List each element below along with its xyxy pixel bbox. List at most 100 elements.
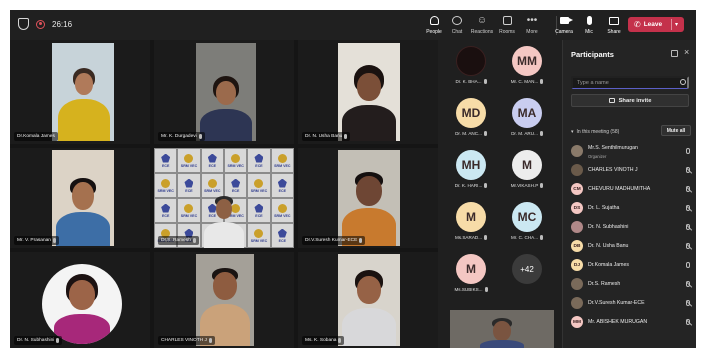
video-feed — [196, 254, 254, 346]
avatar — [571, 278, 583, 290]
mic-label: Mic — [585, 29, 593, 35]
more-button[interactable]: ••• More — [520, 14, 544, 35]
mic-button[interactable]: Mic — [577, 14, 601, 35]
list-item[interactable]: Dr.V.Suresh Kumar-ECE — [571, 294, 693, 313]
leave-main[interactable]: ✆ Leave — [628, 20, 671, 29]
list-item[interactable]: Mr.S. Senthilmurugan Organizer — [571, 142, 693, 161]
gallery-participant[interactable]: MC Mr. C. CHA... — [502, 202, 552, 240]
gallery-participant[interactable]: Dr. K. BHA... — [446, 46, 496, 84]
participant-search-input[interactable] — [571, 76, 689, 89]
pop-out-icon[interactable] — [671, 50, 678, 57]
mic-off-icon — [686, 319, 690, 325]
participant-name: Mr. ABISHEK MURUGAN — [588, 319, 648, 325]
video-tile[interactable]: Ms. K. Sobana — [298, 252, 438, 348]
list-item[interactable]: CHARLES VINOTH J — [571, 161, 693, 180]
camera-button[interactable]: Camera — [552, 14, 576, 35]
list-item[interactable]: DB Dr. N. Usha Banu — [571, 237, 693, 256]
reactions-button[interactable]: ☺ Reactions — [470, 14, 494, 35]
video-tile[interactable]: Dr. N. Usha Banu — [298, 40, 438, 144]
share-invite-button[interactable]: Share invite — [571, 94, 689, 107]
video-feed — [338, 254, 400, 346]
mic-off-icon — [198, 134, 202, 139]
list-item[interactable]: CM CHEVURU MADHUMITHA — [571, 180, 693, 199]
list-item[interactable]: Dr. N. Subhashini — [571, 218, 693, 237]
avatar: MM — [571, 316, 583, 328]
share-button[interactable]: Share — [602, 14, 626, 35]
close-icon[interactable]: × — [684, 47, 689, 57]
mic-off-icon — [686, 224, 690, 230]
video-tile[interactable]: Dr. N. Subhashini — [10, 252, 150, 348]
video-tile[interactable]: Dr.V.Suresh Kumar-ECE — [298, 148, 438, 248]
participant-avatar: MH — [456, 150, 486, 180]
participant-name: Dr.V.Suresh Kumar-ECE — [588, 300, 645, 306]
video-tile[interactable]: Mr. V. Prasanan — [10, 148, 150, 248]
gallery-participant[interactable]: MH Dr. K. HARI... — [446, 150, 496, 188]
list-item[interactable]: DS Dr. L. Sujatha — [571, 199, 693, 218]
people-button[interactable]: People — [422, 14, 446, 35]
gallery-participant[interactable]: M Mr.VIKASH.P — [502, 150, 552, 188]
avatar — [571, 164, 583, 176]
share-icon — [609, 16, 619, 25]
gallery-participant[interactable]: MA Dr. M. ARU... — [502, 98, 552, 136]
mic-off-icon — [540, 183, 544, 188]
participant-avatar: MC — [512, 202, 542, 232]
gallery-participant[interactable]: MD Dr. M. ANC... — [446, 98, 496, 136]
mic-off-icon — [483, 79, 487, 84]
share-invite-icon — [608, 98, 615, 103]
video-tile[interactable]: Mr. K. Durgadevi — [154, 40, 294, 144]
teams-meeting-window: 26:16 People Chat ☺ Reactions Rooms ••• … — [10, 10, 696, 348]
rooms-label: Rooms — [499, 29, 515, 35]
video-feed — [204, 196, 244, 248]
participant-avatar: M — [456, 254, 486, 284]
mic-off-icon — [539, 131, 543, 136]
more-label: More — [526, 29, 538, 35]
search-icon — [680, 79, 686, 85]
reactions-icon: ☺ — [476, 14, 488, 26]
in-meeting-section-toggle[interactable]: ▾ In this meeting (58) — [571, 129, 619, 135]
mic-off-icon — [686, 167, 690, 173]
participant-name: Dr.S. Ramesh — [588, 281, 621, 287]
video-tile[interactable]: ECE SRM VEC ECE SRM VEC ECE SRM VEC SRM … — [154, 148, 294, 248]
video-tile[interactable]: CHARLES VINOTH J — [154, 252, 294, 348]
mic-icon — [586, 16, 592, 25]
chat-icon — [452, 16, 462, 25]
list-item[interactable]: MM Mr. ABISHEK MURUGAN — [571, 313, 693, 332]
avatar — [571, 297, 583, 309]
people-label: People — [426, 29, 442, 35]
camera-label: Camera — [555, 29, 573, 35]
participant-name-tag: Dr. N. Usha Banu — [302, 132, 351, 141]
gallery-participant[interactable]: MM Mr. C. MAN... — [502, 46, 552, 84]
list-item[interactable]: Dr.S. Ramesh — [571, 275, 693, 294]
people-icon — [429, 16, 439, 25]
gallery-participant[interactable]: M Ms.SARAD... — [446, 202, 496, 240]
leave-button[interactable]: ✆ Leave ▾ — [628, 17, 684, 32]
mic-off-icon — [483, 131, 487, 136]
more-participants-button[interactable]: +42 — [502, 254, 552, 284]
panel-title: Participants — [571, 50, 614, 59]
participant-avatar: MD — [456, 98, 486, 128]
list-item[interactable]: DJ Dr.Komala James — [571, 256, 693, 275]
rooms-button[interactable]: Rooms — [495, 14, 519, 35]
participant-name: Dr. N. Subhashini — [588, 224, 629, 230]
participant-avatar: MA — [512, 98, 542, 128]
video-feed — [52, 43, 114, 141]
share-invite-label: Share invite — [618, 97, 652, 104]
gallery-participant[interactable]: M Ms.SUBIKS... — [446, 254, 496, 292]
mute-all-button[interactable]: Mute all — [661, 125, 691, 136]
participant-name-tag: Mr. K. Durgadevi — [158, 132, 205, 141]
mic-off-icon — [52, 238, 56, 243]
chat-button[interactable]: Chat — [445, 14, 469, 35]
participant-name-tag: Dr.V.Suresh Kumar-ECE — [302, 236, 366, 245]
participant-name: Dr.Komala James — [588, 262, 629, 268]
chevron-down-icon[interactable]: ▾ — [672, 21, 678, 28]
mic-off-icon — [56, 338, 60, 343]
video-tile[interactable]: Dr.Komala James — [10, 40, 150, 144]
participant-name: Dr. N. Usha Banu — [588, 243, 629, 249]
self-view-video[interactable] — [450, 310, 554, 348]
mic-off-icon — [484, 183, 488, 188]
mic-off-icon — [344, 134, 348, 139]
chat-label: Chat — [451, 29, 463, 35]
participant-avatar: MM — [512, 46, 542, 76]
participant-name-tag: Dr.S. Ramesh — [158, 236, 199, 245]
avatar — [571, 221, 583, 233]
